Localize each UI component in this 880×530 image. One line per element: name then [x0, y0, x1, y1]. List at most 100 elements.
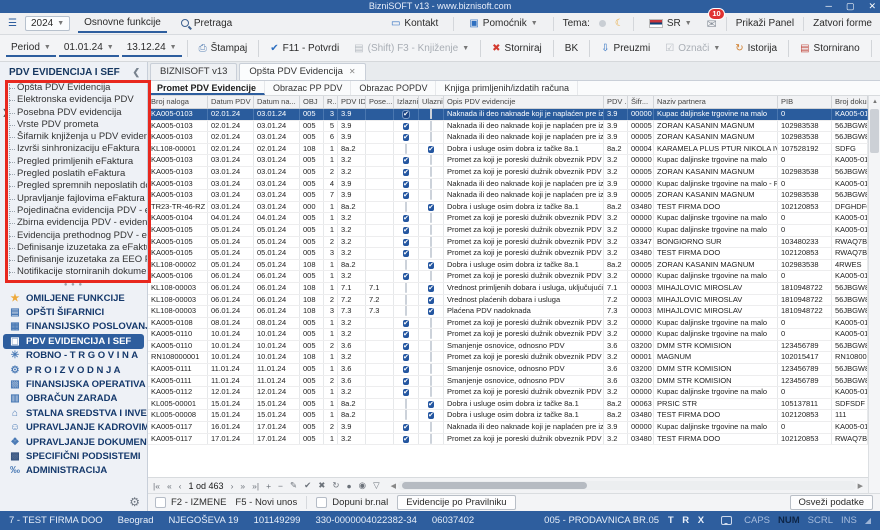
ulazni-checkbox[interactable]	[430, 318, 432, 328]
module-pdv-evidencija-i-sef[interactable]: ▣PDV EVIDENCIJA I SEF	[3, 334, 144, 348]
language-selector[interactable]: SR▼	[643, 15, 698, 32]
ulazni-checkbox[interactable]	[430, 132, 432, 142]
izlazni-checkbox[interactable]: ✔	[403, 436, 409, 443]
table-row[interactable]: KA005-010303.01.2403.01.2400573.9✔Naknad…	[148, 190, 868, 202]
stampaj-button[interactable]: ⎙Štampaj	[193, 40, 254, 57]
izlazni-checkbox[interactable]	[405, 295, 407, 305]
column-header-izlazni[interactable]: Izlazni	[394, 96, 419, 108]
nav-last-button[interactable]: »|	[252, 481, 259, 491]
izlazni-checkbox[interactable]	[405, 399, 407, 409]
table-row[interactable]: KA005-010606.01.2406.01.2400513.2✔Promet…	[148, 271, 868, 283]
column-header-pdv-id[interactable]: PDV ID	[338, 96, 366, 108]
ulazni-checkbox[interactable]	[430, 237, 432, 247]
module-upravljanje-kadrovima[interactable]: ☺UPRAVLJANJE KADROVIMA	[0, 421, 147, 435]
table-row[interactable]: KA005-010404.01.2404.01.2400513.2✔Promet…	[148, 213, 868, 225]
izlazni-checkbox[interactable]: ✔	[403, 239, 409, 246]
tree-item-7[interactable]: Pregled primljenih eFaktura	[0, 156, 147, 168]
menu-pretraga[interactable]: Pretraga	[175, 16, 238, 32]
column-header-obj[interactable]: OBJ	[300, 96, 324, 108]
cancel-edit-icon[interactable]: ✖	[318, 480, 325, 491]
table-row[interactable]: KA005-010302.01.2403.01.2400563.9✔Naknad…	[148, 132, 868, 144]
post-record-icon[interactable]: ✔	[304, 480, 311, 491]
ulazni-checkbox[interactable]	[430, 422, 432, 432]
ulazni-checkbox[interactable]	[430, 364, 432, 374]
menu-osnovne-funkcije[interactable]: Osnovne funkcije	[78, 15, 167, 33]
tree-item-8[interactable]: Pregled poslatih eFaktura	[0, 168, 147, 180]
izlazni-checkbox[interactable]	[405, 410, 407, 420]
module-stalna-sredstva-i-inventar[interactable]: ⌂STALNA SREDSTVA I INVENTAR	[0, 406, 147, 420]
sidebar-splitter[interactable]: ● ● ●	[0, 282, 147, 290]
module-finansijsko-poslovanje[interactable]: ▦FINANSIJSKO POSLOVANJE	[0, 320, 147, 334]
table-row[interactable]: KA005-010505.01.2405.01.2400533.2✔Promet…	[148, 248, 868, 260]
stornirano-button[interactable]: ▤Stornirano	[794, 40, 866, 57]
table-row[interactable]: KL005-0000115.01.2415.01.2400518a.2✔Dobr…	[148, 399, 868, 411]
column-header-datum-na[interactable]: Datum na...	[254, 96, 300, 108]
ulazni-checkbox[interactable]	[430, 376, 432, 386]
light-theme-toggle[interactable]	[599, 20, 606, 27]
ulazni-checkbox[interactable]	[430, 190, 432, 200]
table-row[interactable]: KA005-011010.01.2410.01.2400513.2✔Promet…	[148, 329, 868, 341]
ulazni-checkbox[interactable]: ✔	[428, 308, 434, 315]
table-row[interactable]: KL108-0000205.01.2405.01.2410818a.2✔Dobr…	[148, 260, 868, 272]
ulazni-checkbox[interactable]	[430, 213, 432, 223]
ulazni-checkbox[interactable]	[430, 167, 432, 177]
tab-opsta-pdv-evidencija[interactable]: Opšta PDV Evidencija✕	[239, 63, 365, 80]
table-row[interactable]: KA005-010302.01.2403.01.2400553.9✔Naknad…	[148, 121, 868, 133]
ulazni-checkbox[interactable]	[430, 225, 432, 235]
ulazni-checkbox[interactable]: ✔	[428, 297, 434, 304]
izlazni-checkbox[interactable]: ✔	[403, 320, 409, 327]
table-row[interactable]: KL108-0000306.01.2406.01.2410827.27.2✔Vr…	[148, 295, 868, 307]
bk-button[interactable]: BK	[559, 40, 584, 57]
nav-prev-button[interactable]: ‹	[179, 481, 182, 491]
scroll-right-icon[interactable]: ▶	[858, 482, 863, 490]
column-header-r[interactable]: R..	[324, 96, 338, 108]
ulazni-checkbox[interactable]: ✔	[428, 285, 434, 292]
table-row[interactable]: KA005-011111.01.2411.01.2400523.6✔Smanje…	[148, 376, 868, 388]
izlazni-checkbox[interactable]: ✔	[403, 366, 409, 373]
istorija-button[interactable]: ↻Istorija	[729, 40, 783, 57]
izlazni-checkbox[interactable]: ✔	[403, 250, 409, 257]
izlazni-checkbox[interactable]	[405, 202, 407, 212]
delete-record-icon[interactable]: −	[278, 481, 283, 491]
add-record-icon[interactable]: +	[266, 481, 271, 491]
maximize-button[interactable]: ▢	[846, 0, 855, 13]
minimize-button[interactable]: ─	[826, 0, 832, 13]
ulazni-checkbox[interactable]	[430, 109, 432, 119]
dopuni-brnal-checkbox[interactable]: Dopuni br.nal	[316, 497, 388, 508]
nav-next-button[interactable]: ›	[231, 481, 234, 491]
ulazni-checkbox[interactable]: ✔	[428, 401, 434, 408]
module-omiljene-funkcije[interactable]: ★OMILJENE FUNKCIJE	[0, 291, 147, 305]
tab-biznisoft[interactable]: BIZNISOFT v13	[150, 63, 237, 80]
ulazni-checkbox[interactable]	[430, 387, 432, 397]
table-row[interactable]: KA005-010302.01.2403.01.2400533.9✔Naknad…	[148, 109, 868, 121]
izlazni-checkbox[interactable]: ✔	[403, 111, 409, 118]
table-row[interactable]: KA005-011010.01.2410.01.2400523.6✔Smanje…	[148, 341, 868, 353]
nav-prev-page-button[interactable]: «	[167, 481, 172, 491]
column-header-datum-pdv[interactable]: Datum PDV	[208, 96, 254, 108]
table-row[interactable]: TR23-TR-46-RZ03.01.2403.01.2400018a.2✔Do…	[148, 202, 868, 214]
ulazni-checkbox[interactable]	[430, 352, 432, 362]
table-row[interactable]: KL005-0000815.01.2415.01.2400518a.2✔Dobr…	[148, 410, 868, 422]
close-button[interactable]: ✕	[868, 0, 876, 13]
column-header-naziv-partnera[interactable]: Naziv partnera	[654, 96, 778, 108]
izlazni-checkbox[interactable]: ✔	[403, 215, 409, 222]
vertical-scroll-thumb[interactable]	[870, 109, 879, 153]
column-header-ulazni[interactable]: Ulazni	[419, 96, 444, 108]
expander-icon[interactable]: ❯	[2, 107, 9, 119]
oznaci-button[interactable]: ☑Označi▼	[659, 40, 726, 57]
tree-item-11[interactable]: Pojedinačna evidencija PDV - evi	[0, 205, 147, 217]
tree-item-5[interactable]: Šifarnik knjiženja u PDV evidenci	[0, 131, 147, 143]
date-from-field[interactable]: 01.01.24▼	[59, 40, 119, 57]
f11-potvrdi-button[interactable]: ✔F11 - Potvrdi	[264, 40, 345, 57]
horizontal-scrollbar[interactable]: ◀ ▶	[391, 481, 863, 491]
tree-item-2[interactable]: Elektronska evidencija PDV	[0, 94, 147, 106]
subtab-1[interactable]: Promet PDV Evidencije	[149, 81, 265, 95]
table-row[interactable]: KA005-010303.01.2403.01.2400523.2✔Promet…	[148, 167, 868, 179]
table-row[interactable]: KL108-0000306.01.2406.01.2410837.37.3✔Pl…	[148, 306, 868, 318]
izlazni-checkbox[interactable]	[405, 144, 407, 154]
tree-item-16[interactable]: Notifikacije storniranih dokumen	[0, 266, 147, 278]
nav-first-button[interactable]: |«	[153, 481, 160, 491]
tree-item-1[interactable]: Opšta PDV Evidencija	[0, 82, 147, 94]
module-robno-t-r-g-o-v-i-n-a[interactable]: ✳ROBNO - T R G O V I N A	[0, 349, 147, 363]
ulazni-checkbox[interactable]: ✔	[428, 204, 434, 211]
